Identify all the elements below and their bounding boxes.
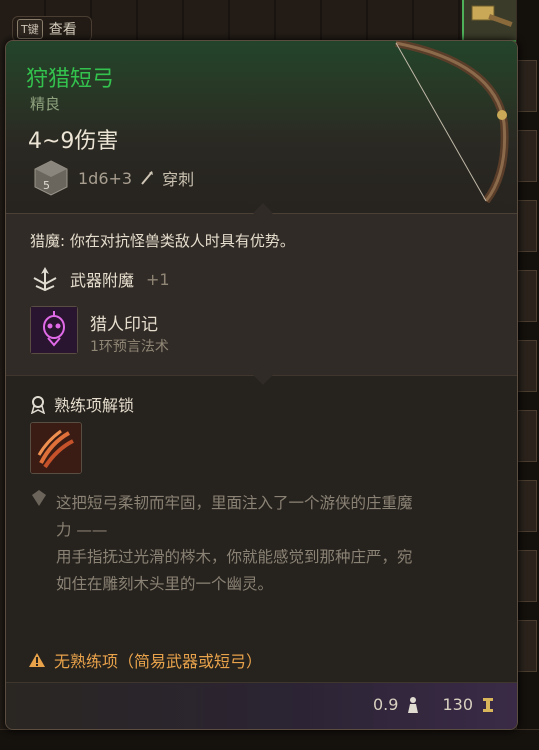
hunters-mark-spell-icon[interactable] <box>30 306 78 354</box>
flavor-line: 如住在雕刻木头里的一个幽灵。 <box>56 575 274 593</box>
item-rarity: 精良 <box>30 95 61 113</box>
enchant-section: 猎魔: 你在对抗怪兽类敌人时具有优势。 武器附魔 +1 猎人印记 1环预言法术 <box>6 203 517 376</box>
gold-icon <box>483 697 493 712</box>
lore-quill-icon <box>32 490 46 506</box>
right-inventory-strip <box>516 0 539 750</box>
inventory-slot[interactable] <box>517 550 537 602</box>
dice-icon: 5 <box>34 160 68 196</box>
details-section: 熟练项解锁 这把短弓柔韧而牢固，里面注入了一个游侠的庄重魔 力 —— 用手指抚过… <box>6 365 517 713</box>
item-name: 狩猎短弓 <box>26 67 115 92</box>
inspect-hint[interactable]: T键 查看 <box>12 16 92 42</box>
inventory-slot[interactable] <box>517 620 537 672</box>
inventory-slot[interactable] <box>517 340 537 392</box>
proficiency-warning: 无熟练项（简易武器或短弓） <box>28 648 262 672</box>
keybind-badge: T键 <box>17 19 43 39</box>
inventory-slot-hammer[interactable] <box>462 0 522 42</box>
weapon-enchant-value: +1 <box>146 269 170 289</box>
inventory-slot[interactable] <box>517 270 537 322</box>
tooltip-header: 狩猎短弓 精良 4~9伤害 5 1d6+3 穿刺 <box>6 41 517 211</box>
inventory-slot[interactable] <box>517 60 537 112</box>
inventory-slot[interactable] <box>517 200 537 252</box>
weapon-enchant-row: 武器附魔 +1 <box>30 266 170 292</box>
bottom-bar <box>0 729 539 750</box>
weapon-enchant-label: 武器附魔 <box>70 271 135 290</box>
warning-icon <box>29 653 45 667</box>
flavor-line: 用手指抚过光滑的梣木，你就能感觉到那种庄严，宛 <box>56 548 413 566</box>
flavor-text: 这把短弓柔韧而牢固，里面注入了一个游侠的庄重魔 力 —— 用手指抚过光滑的梣木，… <box>56 490 501 598</box>
weight-value-row: 0.9 130 <box>373 695 495 714</box>
inspect-label: 查看 <box>48 22 77 38</box>
inventory-slot[interactable] <box>517 480 537 532</box>
hammer-icon <box>471 5 513 27</box>
proficiency-unlock-label: 熟练项解锁 <box>54 396 135 415</box>
skull-mark-icon <box>31 307 77 353</box>
inventory-slot[interactable] <box>517 130 537 182</box>
item-tooltip: 狩猎短弓 精良 4~9伤害 5 1d6+3 穿刺 猎魔: 你在对抗怪兽类敌人时具… <box>5 40 518 730</box>
bow-icon <box>395 41 509 203</box>
proficiency-warning-text: 无熟练项（简易武器或短弓） <box>54 652 263 671</box>
claw-slash-icon <box>31 423 81 473</box>
damage-formula: 1d6+3 <box>78 168 133 188</box>
tooltip-footer: 0.9 130 <box>6 682 517 729</box>
item-damage: 4~9伤害 <box>28 129 119 154</box>
svg-text:5: 5 <box>43 179 50 192</box>
proficiency-unlock-row: 熟练项解锁 <box>28 392 134 416</box>
pierce-icon <box>141 171 154 185</box>
proficiency-icon <box>30 396 46 414</box>
inventory-slot[interactable] <box>517 410 537 462</box>
spell-name: 猎人印记 <box>90 315 158 335</box>
hunter-passive-text: 猎魔: 你在对抗怪兽类敌人时具有优势。 <box>30 232 295 250</box>
item-value: 130 <box>442 695 473 714</box>
weapon-enchant-icon <box>33 267 57 292</box>
proficiency-action-icon[interactable] <box>30 422 82 474</box>
weight-icon <box>408 696 419 713</box>
item-weight: 0.9 <box>373 695 399 714</box>
damage-detail-row: 5 1d6+3 穿刺 <box>32 159 194 197</box>
flavor-line: 力 —— <box>56 521 108 539</box>
damage-type: 穿刺 <box>162 170 195 189</box>
flavor-line: 这把短弓柔韧而牢固，里面注入了一个游侠的庄重魔 <box>56 494 413 512</box>
spell-level: 1环预言法术 <box>90 339 169 355</box>
